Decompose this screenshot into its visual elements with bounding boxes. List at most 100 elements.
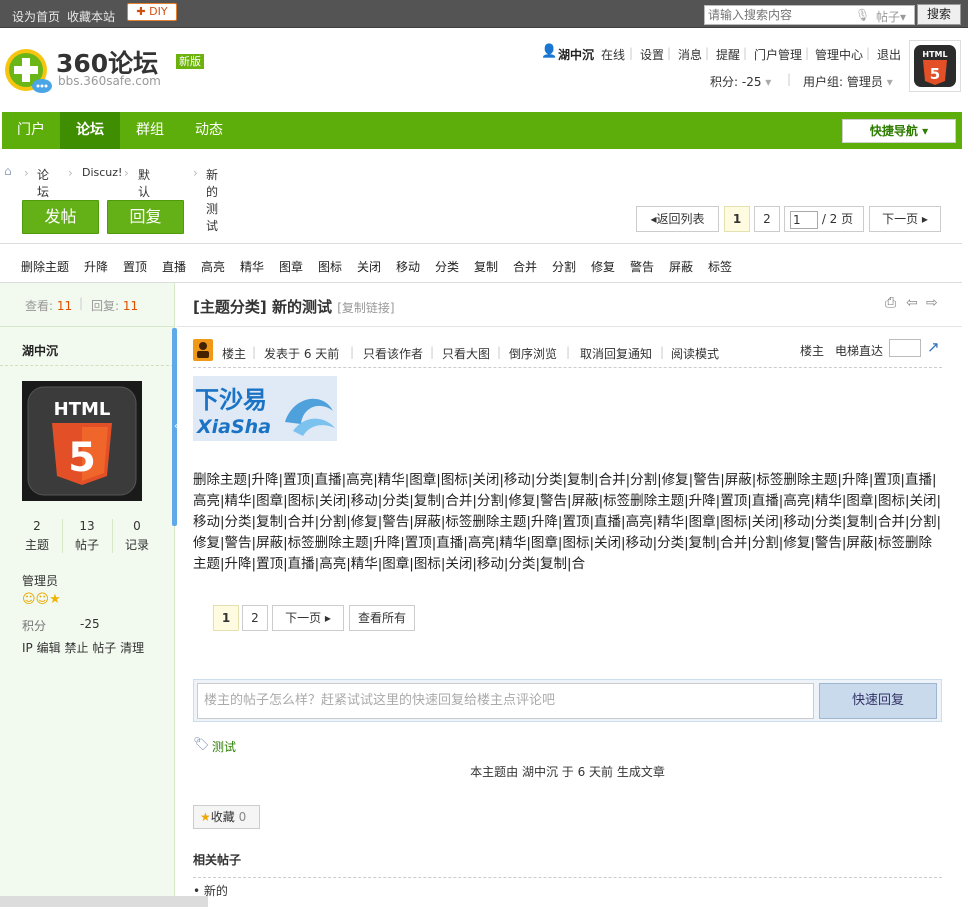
- next-thread-icon[interactable]: ⇨: [926, 295, 938, 311]
- prev-thread-icon[interactable]: ⇦: [906, 295, 918, 311]
- settings-link[interactable]: 设置: [640, 46, 664, 63]
- print-icon[interactable]: ⎙: [885, 295, 896, 311]
- mod-live[interactable]: 直播: [162, 258, 186, 275]
- stat-posts[interactable]: 13 帖子: [62, 519, 112, 553]
- next-page-button[interactable]: 下一页 ▸: [869, 206, 941, 232]
- admin-center-link[interactable]: 管理中心: [815, 46, 863, 63]
- stat-label: 主题: [24, 538, 49, 552]
- author-avatar[interactable]: HTML 5: [22, 381, 142, 501]
- mod-category[interactable]: 分类: [435, 258, 459, 275]
- post-next-page[interactable]: 下一页 ▸: [272, 605, 344, 631]
- reply-button[interactable]: 回复: [107, 200, 184, 234]
- mod-warn[interactable]: 警告: [630, 258, 654, 275]
- mod-copy[interactable]: 复制: [474, 258, 498, 275]
- horizontal-scrollbar[interactable]: [0, 896, 208, 907]
- mod-icon[interactable]: 图标: [318, 258, 342, 275]
- page-1-button[interactable]: 1: [724, 206, 750, 232]
- author-name-link[interactable]: 湖中沉: [22, 342, 58, 359]
- jump-icon[interactable]: ↗: [927, 338, 940, 356]
- user-avatar-small[interactable]: HTML 5: [909, 40, 961, 92]
- clean-link[interactable]: 清理: [120, 641, 144, 655]
- mod-ban[interactable]: 屏蔽: [669, 258, 693, 275]
- quick-reply-button[interactable]: 快速回复: [819, 683, 937, 719]
- post-page-2[interactable]: 2: [242, 605, 268, 631]
- copy-link[interactable]: [复制链接]: [337, 301, 394, 315]
- posts-link[interactable]: 帖子: [92, 641, 116, 655]
- arrow-down-icon: ✚: [136, 5, 150, 18]
- page-jump-input[interactable]: 1: [790, 210, 818, 229]
- nav-forum[interactable]: 论坛: [60, 112, 120, 149]
- replies-label: 回复:: [91, 299, 120, 313]
- messages-link[interactable]: 消息: [678, 46, 702, 63]
- logout-link[interactable]: 退出: [877, 46, 901, 63]
- chevron-left-icon[interactable]: ‹: [174, 421, 178, 432]
- divider: |: [252, 345, 257, 359]
- points-menu[interactable]: 积分: -25 ▾: [710, 73, 771, 90]
- search-type-select[interactable]: 帖子▾: [876, 8, 906, 25]
- divider: |: [787, 72, 792, 86]
- favorite-button[interactable]: ★收藏 0: [193, 805, 260, 829]
- large-image-link[interactable]: 只看大图: [442, 345, 490, 362]
- ip-link[interactable]: IP: [22, 641, 33, 655]
- mod-stamp[interactable]: 图章: [279, 258, 303, 275]
- tag-link[interactable]: 测试: [212, 738, 236, 755]
- portal-admin-link[interactable]: 门户管理: [754, 46, 802, 63]
- quick-nav-button[interactable]: 快捷导航 ▾: [842, 119, 956, 143]
- only-author-link[interactable]: 只看该作者: [363, 345, 423, 362]
- edit-link[interactable]: 编辑: [37, 641, 61, 655]
- usergroup-menu[interactable]: 用户组: 管理员 ▾: [803, 73, 893, 90]
- mod-close[interactable]: 关闭: [357, 258, 381, 275]
- diy-button[interactable]: ✚ DIY: [127, 3, 177, 21]
- tag-icon: 🏷: [193, 737, 210, 752]
- top-bar: 设为首页 收藏本站 ✚ DIY 🎙 帖子▾ 搜索: [0, 0, 968, 28]
- mod-tag[interactable]: 标签: [708, 258, 732, 275]
- microphone-icon[interactable]: 🎙: [855, 8, 870, 22]
- home-icon[interactable]: ⌂: [4, 164, 12, 178]
- mod-merge[interactable]: 合并: [513, 258, 537, 275]
- mod-bump[interactable]: 升降: [84, 258, 108, 275]
- cancel-notify-link[interactable]: 取消回复通知: [580, 345, 652, 362]
- quick-reply-input[interactable]: 楼主的帖子怎么样？赶紧试试这里的快速回复给楼主点评论吧: [197, 683, 814, 719]
- new-post-button[interactable]: 发帖: [22, 200, 99, 234]
- mod-repair[interactable]: 修复: [591, 258, 615, 275]
- nav-groups[interactable]: 群组: [120, 112, 180, 149]
- username-link[interactable]: 湖中沉: [558, 46, 594, 63]
- reverse-order-link[interactable]: 倒序浏览: [509, 345, 557, 362]
- thread-category[interactable]: [主题分类]: [193, 298, 267, 316]
- bookmark-link[interactable]: 收藏本站: [67, 8, 115, 25]
- back-to-list-button[interactable]: ◂返回列表: [636, 206, 719, 232]
- mod-delete-topic[interactable]: 删除主题: [21, 258, 69, 275]
- divider: |: [497, 345, 502, 359]
- mod-split[interactable]: 分割: [552, 258, 576, 275]
- reminder-link[interactable]: 提醒: [716, 46, 740, 63]
- breadcrumb-thread[interactable]: 新的测试: [206, 166, 218, 234]
- divider: [177, 326, 962, 327]
- divider: |: [866, 46, 871, 60]
- author-sidebar: 查看: 11 | 回复: 11 湖中沉 HTML 5 2 主题 13 帖子 0 记录 …: [0, 283, 175, 907]
- mod-move[interactable]: 移动: [396, 258, 420, 275]
- divider: |: [705, 46, 710, 60]
- stat-records[interactable]: 0 记录: [112, 519, 162, 553]
- mod-highlight[interactable]: 高亮: [201, 258, 225, 275]
- post-image[interactable]: 下沙易 XiaSha: [193, 376, 337, 441]
- mod-digest[interactable]: 精华: [240, 258, 264, 275]
- chevron-right-icon: ›: [68, 166, 73, 180]
- ban-link[interactable]: 禁止: [64, 641, 88, 655]
- nav-activity[interactable]: 动态: [180, 112, 238, 149]
- set-home-link[interactable]: 设为首页: [12, 8, 60, 25]
- page-2-button[interactable]: 2: [754, 206, 780, 232]
- breadcrumb-discuz[interactable]: Discuz!: [82, 166, 122, 179]
- logo-icon[interactable]: [4, 46, 54, 96]
- nav-portal[interactable]: 门户: [2, 112, 60, 149]
- elevator-input[interactable]: [889, 339, 921, 357]
- post-page-1[interactable]: 1: [213, 605, 239, 631]
- divider: [193, 367, 942, 368]
- mod-sticky[interactable]: 置顶: [123, 258, 147, 275]
- reading-mode-link[interactable]: 阅读模式: [671, 345, 719, 362]
- search-input[interactable]: [705, 6, 855, 24]
- user-group-link[interactable]: 管理员: [22, 572, 58, 589]
- breadcrumb-forum[interactable]: 论坛: [37, 166, 49, 200]
- view-all-button[interactable]: 查看所有: [349, 605, 415, 631]
- stat-topics[interactable]: 2 主题: [12, 519, 62, 553]
- search-button[interactable]: 搜索: [917, 4, 961, 25]
